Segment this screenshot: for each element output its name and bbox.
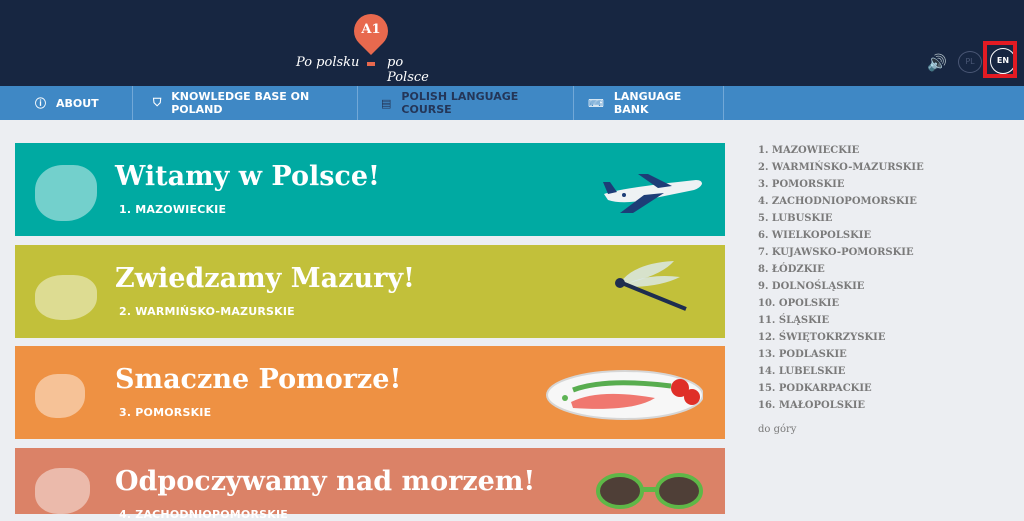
nav-divider — [573, 86, 574, 120]
nav-polish-course-label: POLISH LANGUAGE COURSE — [401, 90, 519, 116]
logo-left-text: Po polsku — [296, 55, 360, 70]
lesson-region: 3. POMORSKIE — [119, 406, 212, 419]
region-link-2[interactable]: 2. WARMIŃSKO-MAZURSKIE — [758, 162, 1008, 179]
map-icon — [35, 275, 97, 320]
site-logo[interactable]: A1 Po polsku po Polsce — [296, 6, 446, 85]
language-en-highlight — [983, 41, 1017, 78]
airplane-icon — [603, 174, 702, 213]
main-nav: ⓘ ABOUT ⛉ KNOWLEDGE BASE ON POLAND ▤ POL… — [0, 86, 1024, 211]
region-link-14[interactable]: 14. LUBELSKIE — [758, 366, 1008, 383]
lesson-card-2[interactable]: Zwiedzamy Mazury! 2. WARMIŃSKO-MAZURSKIE — [15, 245, 725, 338]
lesson-title: Odpoczywamy nad morzem! — [115, 466, 536, 497]
nav-language-bank[interactable]: ⌨ LANGUAGE BANK — [588, 86, 718, 120]
region-link-4[interactable]: 4. ZACHODNIOPOMORSKIE — [758, 196, 1008, 213]
lesson-title: Zwiedzamy Mazury! — [115, 263, 415, 294]
lesson-card-1[interactable]: Witamy w Polsce! 1. MAZOWIECKIE — [15, 143, 725, 236]
map-icon — [35, 374, 85, 418]
logo-separator — [367, 62, 375, 66]
lesson-card-3[interactable]: Smaczne Pomorze! 3. POMORSKIE — [15, 346, 725, 439]
food-plate-icon — [546, 370, 703, 420]
nav-divider — [723, 86, 724, 120]
region-link-12[interactable]: 12. ŚWIĘTOKRZYSKIE — [758, 332, 1008, 349]
back-to-top-link[interactable]: do góry — [758, 424, 796, 435]
lesson-region: 2. WARMIŃSKO-MAZURSKIE — [119, 305, 295, 318]
lesson-card-4[interactable]: Odpoczywamy nad morzem! 4. ZACHODNIOPOMO… — [15, 448, 725, 521]
nav-knowledge-base[interactable]: ⛉ KNOWLEDGE BASE ON POLAND — [153, 86, 351, 120]
shield-icon: ⛉ — [153, 96, 162, 109]
nav-knowledge-base-label: KNOWLEDGE BASE ON POLAND — [171, 90, 310, 116]
map-icon — [35, 165, 97, 221]
nav-divider — [357, 86, 358, 120]
sunglasses-icon — [596, 473, 703, 509]
region-list: 1. MAZOWIECKIE 2. WARMIŃSKO-MAZURSKIE 3.… — [758, 145, 1008, 417]
nav-polish-course[interactable]: ▤ POLISH LANGUAGE COURSE — [381, 86, 558, 120]
info-icon: ⓘ — [35, 97, 46, 110]
region-link-6[interactable]: 6. WIELKOPOLSKIE — [758, 230, 1008, 247]
region-link-11[interactable]: 11. ŚLĄSKIE — [758, 315, 1008, 332]
region-link-13[interactable]: 13. PODLASKIE — [758, 349, 1008, 366]
speaker-icon[interactable]: 🔊 — [927, 53, 947, 72]
region-link-1[interactable]: 1. MAZOWIECKIE — [758, 145, 1008, 162]
lesson-region: 4. ZACHODNIOPOMORSKIE — [119, 508, 288, 521]
region-link-5[interactable]: 5. LUBUSKIE — [758, 213, 1008, 230]
nav-about[interactable]: ⓘ ABOUT — [35, 86, 130, 120]
region-link-10[interactable]: 10. OPOLSKIE — [758, 298, 1008, 315]
logo-right-text: po Polsce — [387, 55, 429, 85]
top-header: A1 Po polsku po Polsce 🔊 PL EN — [0, 0, 1024, 86]
lesson-title: Smaczne Pomorze! — [115, 364, 402, 395]
region-link-16[interactable]: 16. MAŁOPOLSKIE — [758, 400, 1008, 417]
dragonfly-icon — [615, 261, 687, 311]
nav-about-label: ABOUT — [56, 96, 99, 110]
lesson-region: 1. MAZOWIECKIE — [119, 203, 227, 216]
region-link-3[interactable]: 3. POMORSKIE — [758, 179, 1008, 196]
level-badge: A1 — [361, 22, 381, 37]
region-link-9[interactable]: 9. DOLNOŚLĄSKIE — [758, 281, 1008, 298]
map-icon — [35, 468, 90, 514]
region-link-8[interactable]: 8. ŁÓDZKIE — [758, 264, 1008, 281]
lesson-title: Witamy w Polsce! — [115, 161, 380, 192]
nav-divider — [132, 86, 133, 120]
keyboard-icon: ⌨ — [588, 96, 604, 110]
language-pl-button[interactable]: PL — [958, 51, 982, 73]
nav-language-bank-label: LANGUAGE BANK — [613, 90, 682, 116]
region-link-7[interactable]: 7. KUJAWSKO-POMORSKIE — [758, 247, 1008, 264]
book-icon: ▤ — [381, 96, 392, 110]
region-link-15[interactable]: 15. PODKARPACKIE — [758, 383, 1008, 400]
